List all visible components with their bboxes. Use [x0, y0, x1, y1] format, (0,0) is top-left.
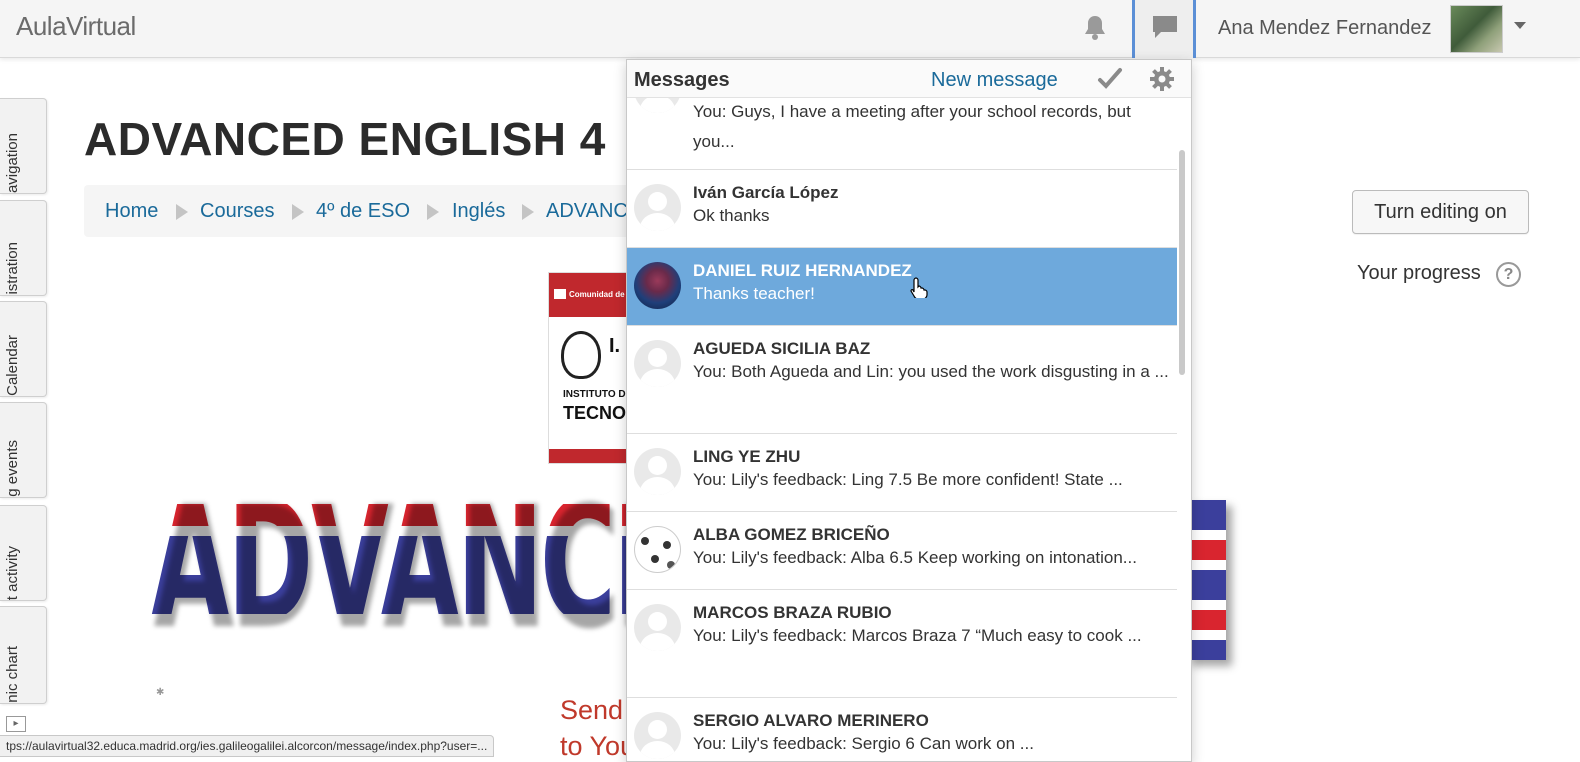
avatar	[634, 340, 681, 387]
progress-label: Your progress	[1357, 262, 1481, 284]
breadcrumb: Home Courses 4º de ESO Inglés ADVANC	[84, 185, 644, 237]
avatar	[634, 526, 681, 573]
avatar	[634, 262, 681, 309]
message-preview: You: Lily's feedback: Ling 7.5 Be more c…	[693, 470, 1123, 489]
help-icon[interactable]: ?	[1496, 262, 1521, 287]
dock-tab-calendar[interactable]: Calendar	[0, 301, 47, 397]
messages-title: Messages	[634, 69, 730, 91]
message-item[interactable]: DANIEL RUIZ HERNANDEZ Thanks teacher!	[627, 248, 1177, 326]
gear-icon[interactable]	[1149, 66, 1175, 97]
chat-icon	[1153, 16, 1177, 38]
breadcrumb-ingles[interactable]: Inglés	[452, 200, 505, 223]
dock-tab-label: nic chart	[4, 646, 21, 703]
breadcrumb-courses[interactable]: Courses	[200, 200, 274, 223]
message-preview: You: Both Agueda and Lin: you used the w…	[693, 362, 1169, 381]
site-brand[interactable]: AulaVirtual	[16, 11, 136, 42]
messages-header: Messages New message	[627, 60, 1191, 98]
avatar	[634, 604, 681, 651]
dock-tab-label: t activity	[4, 545, 21, 600]
small-decoration-icon: ✱	[156, 687, 165, 698]
message-item[interactable]: ALBA GOMEZ BRICEÑO You: Lily's feedback:…	[627, 512, 1177, 590]
message-item[interactable]: LING YE ZHU You: Lily's feedback: Ling 7…	[627, 434, 1177, 512]
avatar	[634, 448, 681, 495]
message-preview: You: Lily's feedback: Sergio 6 Can work …	[693, 734, 1034, 753]
dock-tab-upcoming-events[interactable]: g events	[0, 402, 47, 498]
dock-toggle-icon[interactable]: ▸	[6, 716, 26, 732]
breadcrumb-separator-icon	[176, 204, 188, 220]
message-item[interactable]: SERGIO ALVARO MERINERO You: Lily's feedb…	[627, 698, 1177, 761]
message-item[interactable]: AGUEDA SICILIA BAZ You: Both Agueda and …	[627, 326, 1177, 434]
messages-scrollbar[interactable]	[1179, 150, 1185, 375]
dock-tab-navigation[interactable]: avigation	[0, 98, 47, 194]
breadcrumb-separator-icon	[292, 204, 304, 220]
message-item[interactable]: Iván García López Ok thanks	[627, 170, 1177, 248]
send-text: Send to You	[560, 692, 635, 762]
message-sender: Iván García López	[693, 183, 839, 202]
message-sender: MARCOS BRAZA RUBIO	[693, 603, 892, 622]
dock-tab-recent-activity[interactable]: t activity	[0, 505, 47, 601]
message-preview: You: Lily's feedback: Alba 6.5 Keep work…	[693, 548, 1137, 567]
avatar	[634, 712, 681, 759]
turn-editing-on-button[interactable]: Turn editing on	[1352, 190, 1529, 234]
message-item[interactable]: MARCOS BRAZA RUBIO You: Lily's feedback:…	[627, 590, 1177, 698]
top-navbar: AulaVirtual Ana Mendez Fernandez	[0, 0, 1580, 58]
messages-toggle-button[interactable]	[1132, 0, 1196, 58]
messages-popover: Messages New message You: Guys, I have a…	[626, 59, 1192, 762]
dock-tab-label: Calendar	[4, 335, 21, 396]
message-preview: Thanks teacher!	[693, 284, 815, 303]
breadcrumb-home[interactable]: Home	[105, 200, 158, 223]
breadcrumb-separator-icon	[427, 204, 439, 220]
dock-tab-dynamic-chart[interactable]: nic chart	[0, 606, 47, 704]
mark-all-read-icon[interactable]	[1097, 66, 1123, 97]
logo-letters: I.	[609, 335, 621, 357]
message-preview: You: Lily's feedback: Marcos Braza 7 “Mu…	[693, 626, 1142, 645]
new-message-link[interactable]: New message	[931, 69, 1058, 92]
dock-tab-label: istration	[4, 242, 21, 295]
message-sender: DANIEL RUIZ HERNANDEZ	[693, 261, 912, 280]
send-line-2: to You	[560, 731, 636, 761]
page-title: ADVANCED ENGLISH 4	[84, 113, 606, 165]
caret-down-icon[interactable]	[1514, 22, 1526, 29]
banner-decoration	[1186, 500, 1226, 660]
bell-icon[interactable]	[1082, 14, 1108, 42]
message-sender: AGUEDA SICILIA BAZ	[693, 339, 871, 358]
dock-tab-label: g events	[4, 440, 21, 497]
message-sender: LING YE ZHU	[693, 447, 801, 466]
message-sender: SERGIO ALVARO MERINERO	[693, 711, 929, 730]
message-preview: You: Guys, I have a meeting after your s…	[693, 102, 1131, 151]
breadcrumb-separator-icon	[522, 204, 534, 220]
school-logo: Comunidad de Ma I. INSTITUTO DE I TECNOL	[548, 272, 638, 464]
avatar	[634, 184, 681, 231]
status-url: tps://aulavirtual32.educa.madrid.org/ies…	[0, 735, 495, 757]
user-avatar[interactable]	[1450, 5, 1503, 53]
dock-tab-label: avigation	[4, 132, 21, 193]
breadcrumb-course[interactable]: ADVANC	[546, 200, 628, 223]
hand-cursor-icon	[910, 276, 928, 303]
breadcrumb-eso[interactable]: 4º de ESO	[316, 200, 410, 223]
message-preview: Ok thanks	[693, 206, 770, 225]
user-name[interactable]: Ana Mendez Fernandez	[1218, 17, 1431, 40]
message-sender: ALBA GOMEZ BRICEÑO	[693, 525, 890, 544]
send-line-1: Send	[560, 695, 624, 725]
dock-tab-administration[interactable]: istration	[0, 200, 47, 296]
